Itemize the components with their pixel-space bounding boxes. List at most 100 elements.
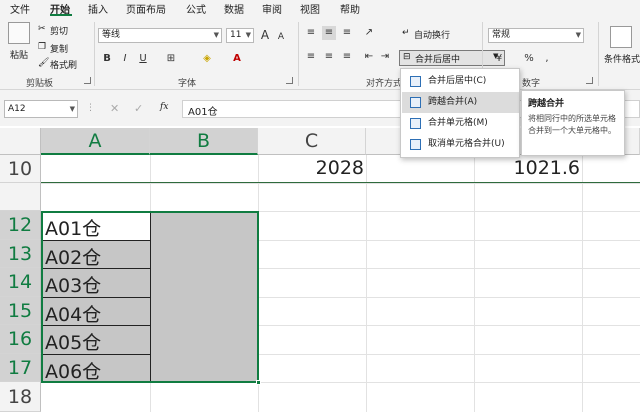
- divider: [94, 22, 95, 86]
- tooltip: 跨越合并 将相同行中的所选单元格合并到一个大单元格中。: [521, 90, 625, 156]
- menu-page-layout[interactable]: 页面布局: [126, 1, 166, 16]
- cell-e10[interactable]: 1021.6: [474, 157, 580, 179]
- align-center-icon[interactable]: ≡: [322, 50, 336, 64]
- cell-c10[interactable]: 2028: [258, 157, 364, 179]
- percent-icon[interactable]: %: [522, 52, 536, 66]
- menu-bar: 文件 开始 插入 页面布局 公式 数据 审阅 视图 帮助: [0, 0, 640, 16]
- chevron-down-icon: ▼: [575, 31, 581, 39]
- menu-item-merge-cells[interactable]: 合并单元格(M): [402, 113, 519, 134]
- copy-button[interactable]: 复制: [50, 42, 68, 55]
- merge-across-icon: [410, 97, 421, 108]
- fill-handle[interactable]: [256, 380, 261, 385]
- formula-content: A01仓: [188, 107, 218, 118]
- wrap-text-icon[interactable]: ↵: [402, 28, 410, 38]
- font-launcher-icon[interactable]: [286, 77, 293, 84]
- column-header-b[interactable]: B: [150, 128, 258, 155]
- row-header-13[interactable]: 13: [0, 240, 41, 268]
- cell-a15[interactable]: A04仓: [45, 300, 101, 327]
- row-header-blank: [0, 183, 41, 211]
- paste-button-label[interactable]: 粘贴: [10, 48, 28, 61]
- merge-center-label: 合并后居中: [415, 55, 461, 65]
- menu-file[interactable]: 文件: [10, 1, 30, 16]
- decrease-font-icon[interactable]: A: [274, 30, 288, 44]
- alignment-group-label: 对齐方式: [366, 79, 403, 89]
- chevron-down-icon: ▼: [245, 31, 251, 39]
- indent-increase-icon[interactable]: ⇥: [378, 50, 392, 64]
- menu-item-unmerge[interactable]: 取消单元格合并(U): [402, 134, 519, 155]
- wrap-text-button[interactable]: 自动换行: [414, 28, 450, 41]
- clipboard-launcher-icon[interactable]: [84, 77, 91, 84]
- underline-icon[interactable]: U: [136, 52, 150, 66]
- row-header-10[interactable]: 10: [0, 155, 41, 183]
- format-painter-button[interactable]: 格式刷: [50, 58, 77, 71]
- tooltip-title: 跨越合并: [528, 99, 565, 109]
- font-color-icon[interactable]: A: [230, 52, 244, 66]
- align-middle-icon[interactable]: ≡: [322, 26, 336, 40]
- font-size-select[interactable]: 11 ▼: [226, 28, 254, 43]
- paste-icon[interactable]: [8, 22, 30, 44]
- font-name-select[interactable]: 等线 ▼: [98, 28, 222, 43]
- align-bottom-icon[interactable]: ≡: [340, 26, 354, 40]
- number-format-select[interactable]: 常规 ▼: [488, 28, 584, 43]
- row-header-18[interactable]: 18: [0, 382, 41, 412]
- italic-icon[interactable]: I: [118, 52, 132, 66]
- menu-help[interactable]: 帮助: [340, 1, 360, 16]
- merge-cells-icon: [410, 118, 421, 129]
- cut-button[interactable]: 剪切: [50, 24, 68, 37]
- chevron-down-icon: ▼: [213, 31, 219, 39]
- orientation-icon[interactable]: ↗: [362, 26, 376, 40]
- menu-item-merge-center[interactable]: 合并后居中(C): [402, 71, 519, 92]
- divider: [298, 22, 299, 86]
- menu-item-merge-across[interactable]: 跨越合并(A): [402, 92, 519, 113]
- align-left-icon[interactable]: ≡: [304, 50, 318, 64]
- cell-a14[interactable]: A03仓: [45, 271, 101, 298]
- copy-icon[interactable]: ❐: [38, 42, 46, 52]
- currency-icon[interactable]: ¥: [492, 52, 506, 66]
- cut-icon[interactable]: ✂: [38, 24, 46, 34]
- cancel-icon[interactable]: ✕: [110, 102, 119, 115]
- select-all-corner[interactable]: [0, 128, 41, 155]
- more-icon: ⋮: [86, 103, 95, 113]
- chevron-down-icon: ▼: [69, 105, 75, 113]
- fill-color-icon[interactable]: ◈: [200, 52, 214, 66]
- conditional-format-icon[interactable]: [610, 26, 632, 48]
- clipboard-group-label: 剪贴板: [26, 79, 54, 89]
- number-group-label: 数字: [522, 79, 541, 89]
- confirm-icon[interactable]: ✓: [134, 102, 143, 115]
- row-header-15[interactable]: 15: [0, 297, 41, 325]
- column-header-a[interactable]: A: [41, 128, 150, 155]
- row-header-12[interactable]: 12: [0, 211, 41, 240]
- column-header-c[interactable]: C: [258, 128, 366, 155]
- format-painter-icon[interactable]: 🖌: [38, 58, 49, 68]
- merge-icon: ⊟: [403, 52, 411, 62]
- indent-decrease-icon[interactable]: ⇤: [362, 50, 376, 64]
- merge-dropdown-menu: 合并后居中(C) 跨越合并(A) 合并单元格(M) 取消单元格合并(U): [400, 68, 520, 158]
- cell-a17[interactable]: A06仓: [45, 357, 101, 384]
- menu-review[interactable]: 审阅: [262, 1, 282, 16]
- menu-data[interactable]: 数据: [224, 1, 244, 16]
- insert-function-icon[interactable]: fx: [160, 102, 168, 112]
- bold-icon[interactable]: B: [100, 52, 114, 66]
- conditional-format-button[interactable]: 条件格式: [604, 52, 640, 65]
- tooltip-body: 将相同行中的所选单元格合并到一个大单元格中。: [528, 114, 616, 135]
- row-header-14[interactable]: 14: [0, 268, 41, 297]
- menu-insert[interactable]: 插入: [88, 1, 108, 16]
- unmerge-icon: [410, 139, 421, 150]
- increase-font-icon[interactable]: A: [258, 28, 272, 42]
- name-box[interactable]: A12 ▼: [4, 100, 78, 118]
- align-top-icon[interactable]: ≡: [304, 26, 318, 40]
- ribbon: 粘贴 ✂ 剪切 ❐ 复制 🖌 格式刷 剪贴板 等线 ▼ 11 ▼ A A B I U…: [0, 16, 640, 90]
- menu-view[interactable]: 视图: [300, 1, 320, 16]
- cell-a13[interactable]: A02仓: [45, 243, 101, 270]
- row-header-17[interactable]: 17: [0, 354, 41, 382]
- menu-formulas[interactable]: 公式: [186, 1, 206, 16]
- divider: [598, 22, 599, 86]
- border-icon[interactable]: ⊞: [164, 52, 178, 66]
- align-right-icon[interactable]: ≡: [340, 50, 354, 64]
- font-group-label: 字体: [178, 79, 197, 89]
- comma-icon[interactable]: ,: [540, 52, 554, 66]
- number-launcher-icon[interactable]: [586, 77, 593, 84]
- row-header-16[interactable]: 16: [0, 325, 41, 354]
- cell-a12[interactable]: A01仓: [45, 214, 101, 241]
- cell-a16[interactable]: A05仓: [45, 328, 101, 355]
